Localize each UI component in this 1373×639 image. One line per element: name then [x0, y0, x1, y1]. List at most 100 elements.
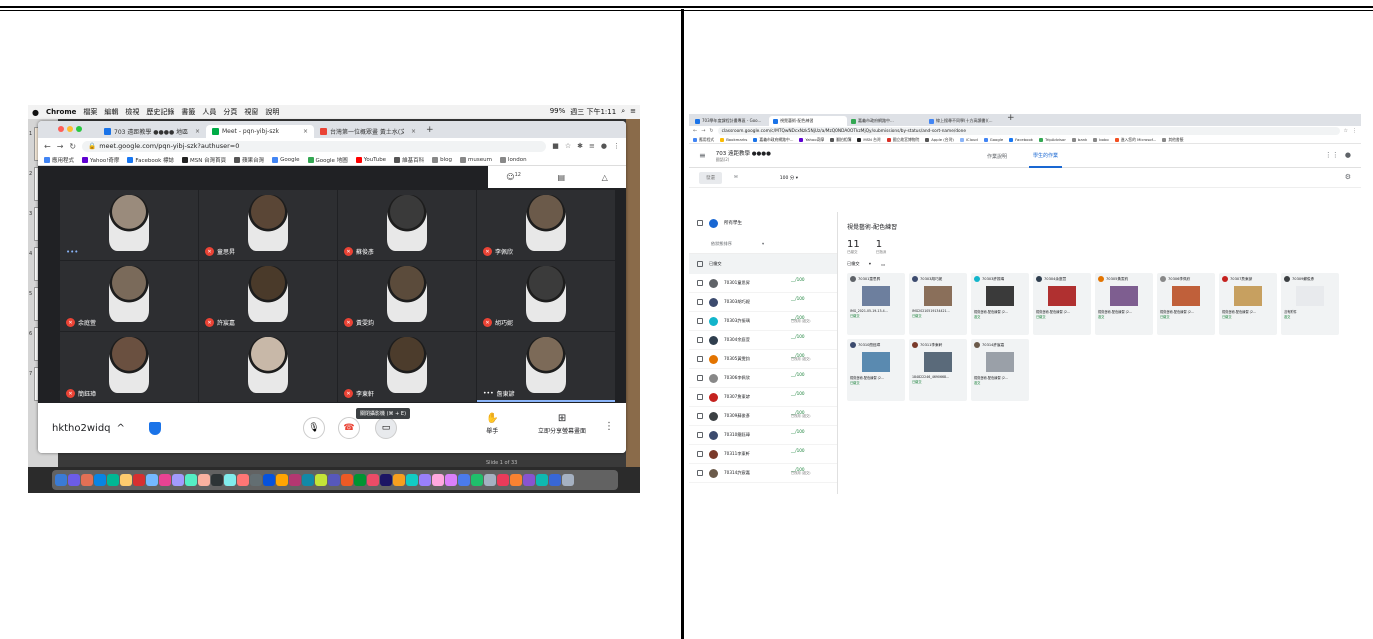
- student-row[interactable]: 70303許振瑀 __/100 已改用 (遲交): [689, 312, 837, 331]
- dock-app-icon[interactable]: [133, 474, 145, 486]
- class-title-block[interactable]: 703 遠距教學 ●●●● 國語(2): [716, 149, 771, 163]
- grade-field[interactable]: __/100 已改用 (遲交): [791, 410, 810, 419]
- dock-app-icon[interactable]: [159, 474, 171, 486]
- dock-app-icon[interactable]: [445, 474, 457, 486]
- attachment-thumbnail[interactable]: [1234, 286, 1262, 306]
- submission-card[interactable]: 70309蘇俊彥 沒有附件 遲交: [1281, 273, 1339, 335]
- dock-app-icon[interactable]: [198, 474, 210, 486]
- grade-field[interactable]: __/100 已改用 (遲交): [791, 467, 810, 476]
- participant-tile[interactable]: ✕ 許宸嘉: [199, 261, 337, 331]
- student-row[interactable]: 70305黃雯鈞 __/100 已改用 (遲交): [689, 350, 837, 369]
- attachment-thumbnail[interactable]: [924, 286, 952, 306]
- meeting-details[interactable]: hktho2widq ^: [52, 421, 161, 435]
- attachment-thumbnail[interactable]: [924, 352, 952, 372]
- submission-card[interactable]: 70303許振瑀 視覺藝術-配色練習 (2... 遲交: [971, 273, 1029, 335]
- dock-app-icon[interactable]: [94, 474, 106, 486]
- dock-app-icon[interactable]: [458, 474, 470, 486]
- participant-tile[interactable]: ✕ 黃雯鈞: [338, 261, 476, 331]
- dock-app-icon[interactable]: [432, 474, 444, 486]
- bookmark-item[interactable]: bobo: [1093, 137, 1109, 142]
- participant-tile[interactable]: ✕ 童思昇: [199, 190, 337, 260]
- bookmark-item[interactable]: Bookmarks: [720, 137, 747, 142]
- bookmark-item[interactable]: 國立故宮博物院: [886, 137, 919, 143]
- attachment-thumbnail[interactable]: [986, 352, 1014, 372]
- search-icon[interactable]: ⌕: [621, 107, 625, 117]
- dock-app-icon[interactable]: [211, 474, 223, 486]
- menubar-item[interactable]: 檢視: [125, 107, 139, 117]
- extension-icon[interactable]: ✱: [577, 142, 583, 150]
- return-button[interactable]: 發還: [699, 171, 722, 184]
- mic-button[interactable]: 🎙: [303, 417, 325, 439]
- close-window-button[interactable]: [58, 126, 64, 132]
- submission-card[interactable]: 70311李東軒 184822246_4690668... 已繳交: [909, 339, 967, 401]
- attachment-thumbnail[interactable]: [862, 286, 890, 306]
- dock-app-icon[interactable]: [562, 474, 574, 486]
- menubar-item[interactable]: 人員: [202, 107, 216, 117]
- chrome-menu-icon[interactable]: ⋮: [1352, 128, 1357, 134]
- student-row[interactable]: 70307詹東諺 __/100: [689, 388, 837, 407]
- bookmark-item[interactable]: blog: [432, 156, 452, 163]
- new-tab-button[interactable]: +: [1007, 114, 1015, 126]
- participant-tile[interactable]: ✕ 李佩欣: [477, 190, 615, 260]
- group-row[interactable]: 已繳交: [689, 254, 837, 274]
- student-checkbox[interactable]: [697, 413, 703, 419]
- menu-icon[interactable]: ≡: [699, 151, 706, 160]
- menubar-item[interactable]: 編輯: [104, 107, 118, 117]
- camera-button[interactable]: ▭: [375, 417, 397, 439]
- bookmark-item[interactable]: Yahoo奇摩: [799, 137, 824, 143]
- menubar-item[interactable]: 書籤: [181, 107, 195, 117]
- bookmark-item[interactable]: london: [499, 156, 527, 163]
- participant-tile[interactable]: ✕ 蘇俊彥: [338, 190, 476, 260]
- bookmark-item[interactable]: 嘉義市政府網路中...: [753, 137, 793, 143]
- reload-icon[interactable]: ↻: [709, 128, 713, 134]
- select-all-checkbox[interactable]: [697, 220, 703, 226]
- dock-app-icon[interactable]: [549, 474, 561, 486]
- menubar-app[interactable]: Chrome: [46, 108, 76, 116]
- browser-tab[interactable]: 嘉義市政府網路中...: [847, 116, 925, 126]
- dock-app-icon[interactable]: [224, 474, 236, 486]
- close-tab-icon[interactable]: ×: [195, 128, 200, 135]
- student-checkbox[interactable]: [697, 299, 703, 305]
- apps-grid-icon[interactable]: ⋮⋮: [1325, 151, 1339, 159]
- dock-app-icon[interactable]: [302, 474, 314, 486]
- url-bar[interactable]: classroom.google.com/c/MTQwNDcxNzk5NjUz/…: [717, 127, 1340, 135]
- forward-icon[interactable]: →: [57, 142, 64, 151]
- chat-icon[interactable]: ▤: [557, 173, 565, 182]
- bookmark-item[interactable]: Apple (台灣): [925, 137, 954, 143]
- participant-tile[interactable]: ✕ 簡鈺璋: [60, 332, 198, 402]
- camera-indicator-icon[interactable]: ■: [552, 142, 559, 150]
- submission-card[interactable]: 70305黃雯鈞 視覺藝術-配色練習 (2... 遲交: [1095, 273, 1153, 335]
- bookmark-item[interactable]: museum: [459, 156, 492, 163]
- student-row[interactable]: 70309蘇俊彥 __/100 已改用 (遲交): [689, 407, 837, 426]
- dock-app-icon[interactable]: [172, 474, 184, 486]
- bookmark-item[interactable]: 進入您的 Microsof...: [1114, 137, 1156, 143]
- student-row[interactable]: 70314許宸嘉 __/100 已改用 (遲交): [689, 464, 837, 483]
- bookmark-item[interactable]: iCloud: [959, 137, 978, 142]
- raise-hand-button[interactable]: ✋ 舉手: [486, 413, 498, 435]
- student-row[interactable]: 70304余庭萱 __/100: [689, 331, 837, 350]
- dock-app-icon[interactable]: [380, 474, 392, 486]
- dock-app-icon[interactable]: [263, 474, 275, 486]
- bookmark-item[interactable]: Google: [272, 156, 300, 163]
- dock-app-icon[interactable]: [393, 474, 405, 486]
- dock-app-icon[interactable]: [120, 474, 132, 486]
- submission-card[interactable]: 70303胡巧妮 IMG20210519134421... 已繳交: [909, 273, 967, 335]
- grade-field[interactable]: __/100: [791, 391, 805, 396]
- dock-app-icon[interactable]: [354, 474, 366, 486]
- settings-icon[interactable]: ⚙: [1345, 173, 1351, 181]
- back-icon[interactable]: ←: [693, 128, 697, 134]
- reading-list-icon[interactable]: ≡: [589, 142, 595, 150]
- shield-icon[interactable]: [148, 421, 161, 435]
- student-checkbox[interactable]: [697, 432, 703, 438]
- bookmark-item[interactable]: 蘋果台灣: [234, 156, 264, 164]
- url-bar[interactable]: 🔒 meet.google.com/pqn-yibj-szk?authuser=0: [82, 140, 547, 152]
- submission-card[interactable]: 70306李佩欣 視覺藝術-配色練習 (2... 已繳交: [1157, 273, 1215, 335]
- dock-app-icon[interactable]: [523, 474, 535, 486]
- close-tab-icon[interactable]: ×: [411, 128, 416, 135]
- tab-instructions[interactable]: 作業說明: [987, 153, 1007, 160]
- reload-icon[interactable]: ↻: [69, 142, 76, 151]
- star-icon[interactable]: ☆: [1344, 128, 1348, 134]
- participant-tile[interactable]: •••: [60, 190, 198, 260]
- student-checkbox[interactable]: [697, 356, 703, 362]
- participant-tile[interactable]: ✕ 胡巧妮: [477, 261, 615, 331]
